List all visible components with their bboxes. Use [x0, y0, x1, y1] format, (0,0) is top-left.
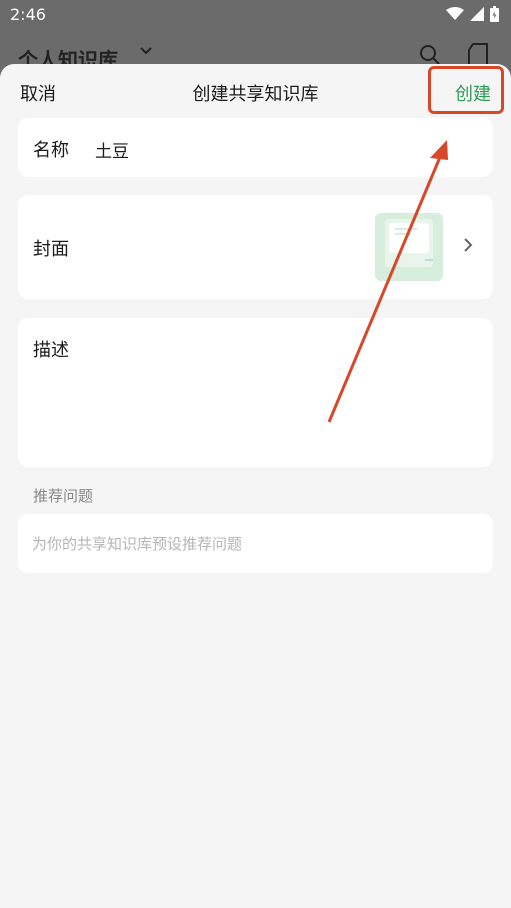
name-label: 名称: [33, 140, 69, 161]
cover-thumbnail[interactable]: [375, 213, 443, 281]
status-time: 2:46: [10, 5, 46, 24]
signal-icon: [470, 7, 484, 21]
annotation-highlight-box: [428, 66, 504, 114]
cancel-button[interactable]: 取消: [20, 80, 56, 106]
recommended-questions-input[interactable]: 为你的共享知识库预设推荐问题: [18, 514, 493, 573]
description-field[interactable]: 描述: [18, 318, 493, 467]
chevron-down-icon: [140, 47, 152, 55]
name-input[interactable]: 土豆: [95, 137, 129, 162]
description-label: 描述: [33, 340, 69, 361]
search-icon: [420, 45, 440, 65]
status-bar: 2:46: [0, 0, 511, 28]
name-field-row[interactable]: 名称 土豆: [18, 118, 493, 177]
recommended-questions-label: 推荐问题: [33, 487, 94, 505]
battery-icon: [490, 6, 499, 22]
sheet-header: 创建共享知识库 取消 创建: [0, 64, 511, 118]
cover-label: 封面: [33, 239, 69, 260]
chevron-right-icon: [464, 238, 473, 252]
wifi-icon: [446, 7, 464, 20]
status-icons: [446, 6, 499, 22]
cover-row[interactable]: 封面: [18, 195, 493, 299]
create-shared-kb-sheet: 创建共享知识库 取消 创建 名称 土豆 封面 描述 推荐问题 为你的共享知识库预…: [0, 64, 511, 908]
recommended-questions-placeholder: 为你的共享知识库预设推荐问题: [32, 535, 243, 553]
